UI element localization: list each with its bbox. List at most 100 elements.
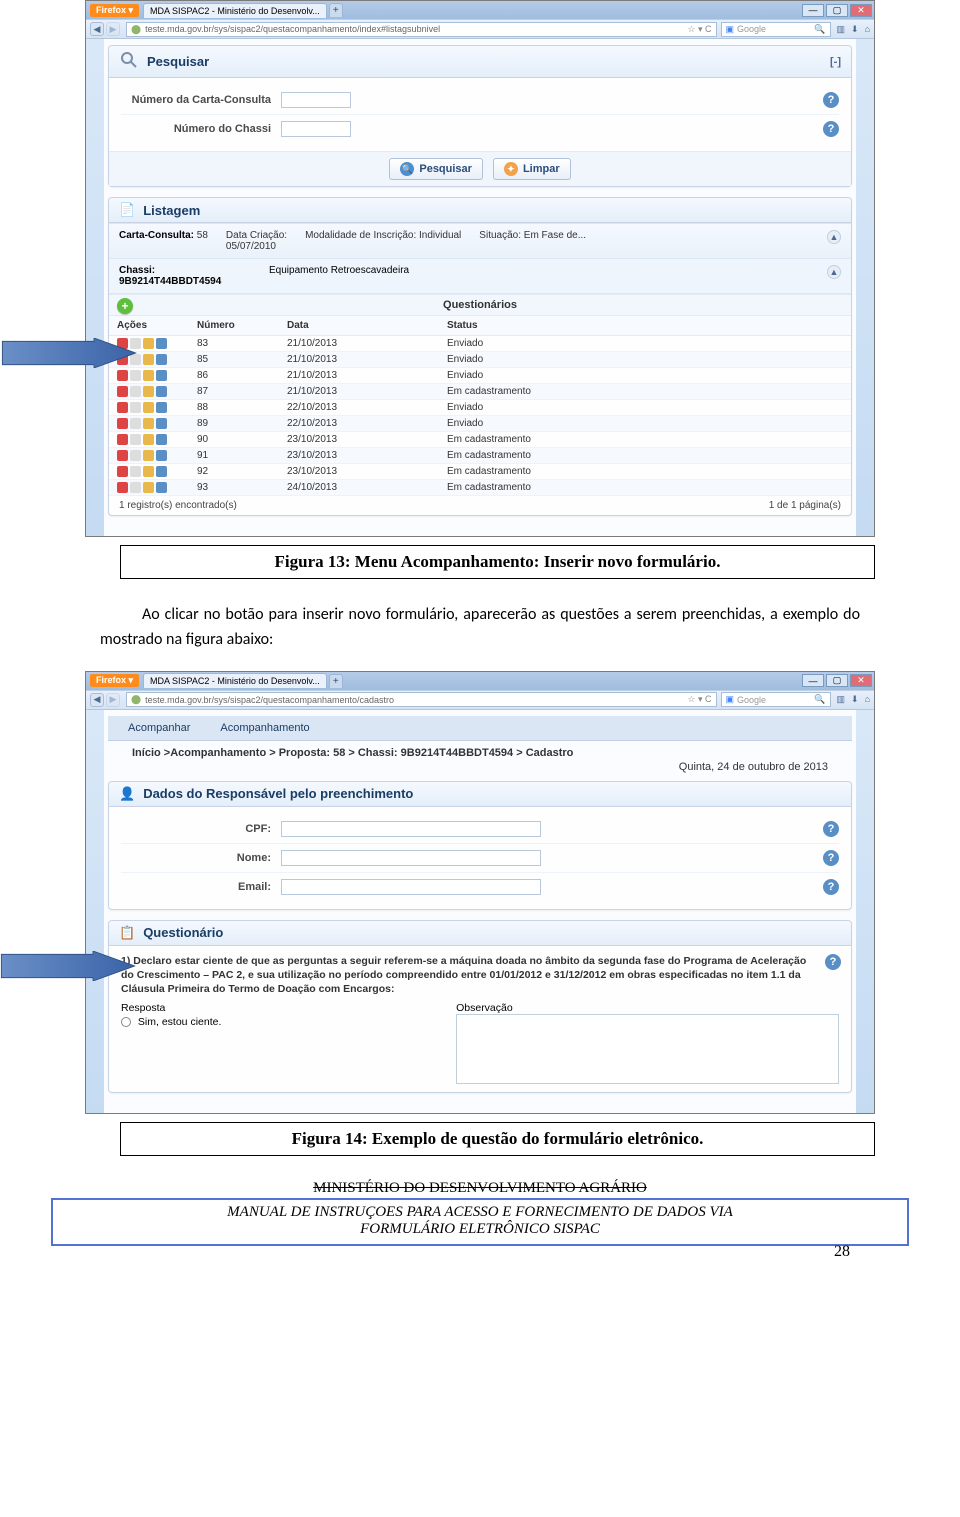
pdf-icon[interactable] <box>117 482 128 493</box>
radio-option[interactable]: Sim, estou ciente. <box>121 1016 444 1028</box>
add-questionnaire-button[interactable]: + <box>117 298 133 314</box>
row-numero: 89 <box>189 416 279 432</box>
info-icon[interactable] <box>156 370 167 381</box>
page-footer: MINISTÉRIO DO DESENVOLVIMENTO AGRÁRIO MA… <box>52 1180 908 1245</box>
row-status: Enviado <box>439 416 851 432</box>
listing-panel-header: 📄 Listagem <box>109 198 851 223</box>
edit-icon[interactable] <box>143 466 154 477</box>
clear-button-label: Limpar <box>523 163 560 175</box>
doc-icon[interactable] <box>130 386 141 397</box>
pdf-icon[interactable] <box>117 466 128 477</box>
back-button[interactable]: ◀ <box>90 693 104 707</box>
cpf-input[interactable] <box>281 821 541 837</box>
pdf-icon[interactable] <box>117 434 128 445</box>
carta-input[interactable] <box>281 92 351 108</box>
row-numero: 92 <box>189 464 279 480</box>
search-button[interactable]: 🔍 Pesquisar <box>389 158 483 180</box>
doc-icon[interactable] <box>130 434 141 445</box>
tab-bar: Firefox ▾ MDA SISPAC2 - Ministério do De… <box>86 1 874 19</box>
info-icon[interactable] <box>156 386 167 397</box>
doc-icon[interactable] <box>130 482 141 493</box>
bookmark-icon[interactable]: ▥ <box>837 24 846 35</box>
edit-icon[interactable] <box>143 338 154 349</box>
close-button[interactable]: ✕ <box>850 4 872 17</box>
document-icon: 📄 <box>119 202 135 218</box>
menu-acompanhamento[interactable]: Acompanhamento <box>220 722 309 734</box>
browser-tab[interactable]: MDA SISPAC2 - Ministério do Desenvolv... <box>143 3 327 18</box>
search-button-row: 🔍 Pesquisar ✦ Limpar <box>109 151 851 186</box>
doc-icon[interactable] <box>130 418 141 429</box>
url-input[interactable]: ⬤ teste.mda.gov.br/sys/sispac2/questacom… <box>126 22 717 37</box>
info-icon[interactable] <box>156 434 167 445</box>
nome-input[interactable] <box>281 850 541 866</box>
help-icon[interactable]: ? <box>823 821 839 837</box>
carta-summary-row: Carta-Consulta: 58 Data Criação:05/07/20… <box>109 223 851 259</box>
radio-icon[interactable] <box>121 1017 131 1027</box>
tab-bar-2: Firefox ▾ MDA SISPAC2 - Ministério do De… <box>86 672 874 690</box>
forward-button[interactable]: ▶ <box>106 693 120 707</box>
doc-icon[interactable] <box>130 466 141 477</box>
pdf-icon[interactable] <box>117 402 128 413</box>
info-icon[interactable] <box>156 466 167 477</box>
help-icon[interactable]: ? <box>823 92 839 108</box>
info-icon[interactable] <box>156 354 167 365</box>
browser-tab[interactable]: MDA SISPAC2 - Ministério do Desenvolv... <box>143 673 327 688</box>
minimize-button[interactable]: — <box>802 674 824 687</box>
new-tab-button[interactable]: + <box>329 3 343 17</box>
email-input[interactable] <box>281 879 541 895</box>
help-icon[interactable]: ? <box>823 121 839 137</box>
info-icon[interactable] <box>156 338 167 349</box>
edit-icon[interactable] <box>143 370 154 381</box>
info-icon[interactable] <box>156 482 167 493</box>
edit-icon[interactable] <box>143 450 154 461</box>
search-input[interactable]: ▣ Google 🔍 <box>721 22 831 37</box>
row-numero: 93 <box>189 480 279 496</box>
info-icon[interactable] <box>156 450 167 461</box>
new-tab-button[interactable]: + <box>329 674 343 688</box>
edit-icon[interactable] <box>143 434 154 445</box>
doc-icon[interactable] <box>130 370 141 381</box>
collapse-toggle[interactable]: [-] <box>830 56 841 68</box>
row-data: 22/10/2013 <box>279 416 439 432</box>
clear-button[interactable]: ✦ Limpar <box>493 158 571 180</box>
pdf-icon[interactable] <box>117 386 128 397</box>
edit-icon[interactable] <box>143 402 154 413</box>
edit-icon[interactable] <box>143 418 154 429</box>
collapse-row-icon[interactable]: ▲ <box>827 230 841 244</box>
info-icon[interactable] <box>156 418 167 429</box>
forward-button[interactable]: ▶ <box>106 22 120 36</box>
edit-icon[interactable] <box>143 482 154 493</box>
back-button[interactable]: ◀ <box>90 22 104 36</box>
bookmark-icon[interactable]: ▥ <box>837 694 846 705</box>
help-icon[interactable]: ? <box>825 954 841 970</box>
download-icon[interactable]: ⬇ <box>851 24 859 35</box>
menu-acompanhar[interactable]: Acompanhar <box>128 722 190 734</box>
doc-icon[interactable] <box>130 402 141 413</box>
chassi-label: Chassi: <box>119 265 155 276</box>
close-button[interactable]: ✕ <box>850 674 872 687</box>
collapse-chassi-icon[interactable]: ▲ <box>827 265 841 279</box>
download-icon[interactable]: ⬇ <box>851 694 859 705</box>
breadcrumb: Início >Acompanhamento > Proposta: 58 > … <box>108 741 852 761</box>
search-input[interactable]: ▣ Google 🔍 <box>721 692 831 707</box>
pdf-icon[interactable] <box>117 418 128 429</box>
home-icon[interactable]: ⌂ <box>865 24 870 35</box>
pdf-icon[interactable] <box>117 450 128 461</box>
observacao-textarea[interactable] <box>456 1014 839 1084</box>
minimize-button[interactable]: — <box>802 4 824 17</box>
maximize-button[interactable]: ▢ <box>826 4 848 17</box>
help-icon[interactable]: ? <box>823 879 839 895</box>
edit-icon[interactable] <box>143 386 154 397</box>
url-input[interactable]: ⬤ teste.mda.gov.br/sys/sispac2/questacom… <box>126 692 717 707</box>
info-icon[interactable] <box>156 402 167 413</box>
table-row: 9223/10/2013Em cadastramento <box>109 464 851 480</box>
maximize-button[interactable]: ▢ <box>826 674 848 687</box>
body-paragraph: Ao clicar no botão para inserir novo for… <box>100 603 860 653</box>
home-icon[interactable]: ⌂ <box>865 694 870 705</box>
pdf-icon[interactable] <box>117 370 128 381</box>
chassi-input[interactable] <box>281 121 351 137</box>
help-icon[interactable]: ? <box>823 850 839 866</box>
edit-icon[interactable] <box>143 354 154 365</box>
row-status: Enviado <box>439 368 851 384</box>
doc-icon[interactable] <box>130 450 141 461</box>
